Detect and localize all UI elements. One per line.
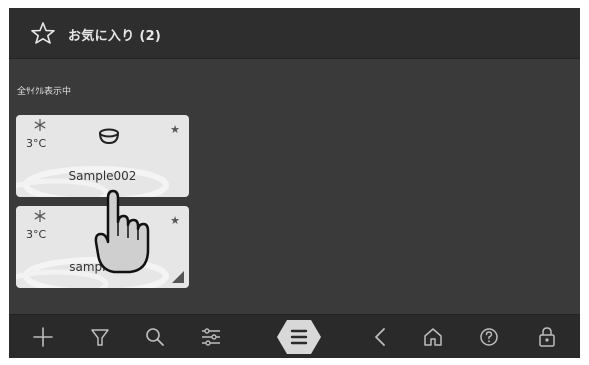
bowl-icon (99, 128, 119, 145)
card-temperature: 3°C (26, 137, 47, 150)
help-icon[interactable] (477, 325, 501, 349)
home-icon[interactable] (421, 325, 445, 349)
bottom-toolbar (9, 314, 580, 358)
menu-icon[interactable] (275, 318, 323, 356)
back-icon[interactable] (369, 325, 393, 349)
cycle-status-label: 全ｻｲｸﾙ表示中 (17, 87, 72, 97)
add-icon[interactable] (31, 325, 55, 349)
card-name: Sample002 (68, 169, 137, 183)
pointing-hand-icon (94, 189, 150, 274)
star-outline-icon[interactable] (31, 22, 55, 44)
header-bar: お気に入り (2) (9, 8, 580, 59)
filter-icon[interactable] (88, 325, 112, 349)
snowflake-icon (34, 119, 46, 131)
card-temperature: 3°C (26, 228, 47, 241)
settings-sliders-icon[interactable] (199, 325, 223, 349)
corner-indicator-icon (172, 271, 184, 283)
snowflake-icon (34, 210, 46, 222)
favorite-card-sample002[interactable]: 3°C ★ Sample002 (16, 115, 189, 197)
favorite-star-icon[interactable]: ★ (170, 123, 180, 136)
favorite-star-icon[interactable]: ★ (170, 214, 180, 227)
lock-icon[interactable] (535, 325, 559, 349)
device-screen: お気に入り (2) 全ｻｲｸﾙ表示中 3°C ★ Sample002 3°C ★ (9, 8, 580, 358)
page-title: お気に入り (2) (68, 29, 162, 44)
search-icon[interactable] (143, 325, 167, 349)
